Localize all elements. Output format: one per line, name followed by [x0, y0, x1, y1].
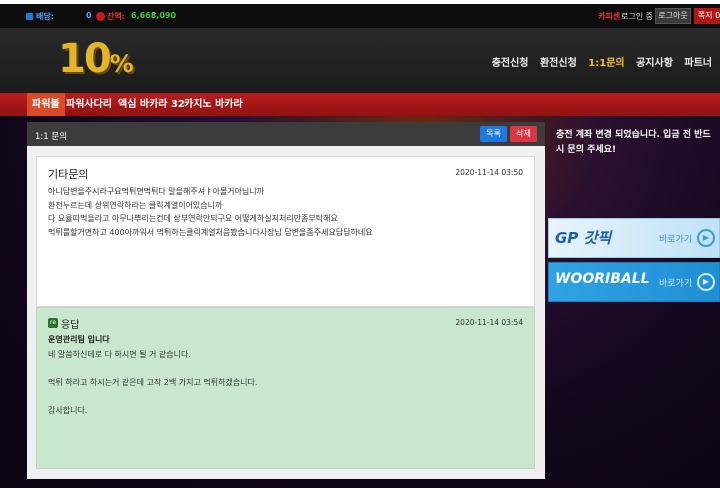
game-nav: 파워볼 파워사다리 엑심 바카라 32 카지노 바카라	[0, 93, 720, 116]
question-line: 환전누르는데 상위연락하라는 클릭계열이어있습니까	[48, 200, 223, 210]
question-line: 먹튀를할거면하고 400아까워서 먹튀하는클릭계열처음봤습니다사장님 답변을좀주…	[48, 227, 373, 237]
reply-icon: re	[48, 318, 58, 328]
inquiry-panel: 1:1 문의 목록 삭제 기타문의 2020-11-14 03:50 아니답변을…	[27, 122, 545, 479]
deposit-notice: 충전 계좌 변경 되었습니다. 입금 전 반드시 문의 주세요!	[556, 130, 711, 155]
login-status: 로그인 중	[621, 12, 653, 21]
logout-button[interactable]: 로그아웃	[655, 8, 691, 24]
cash-value: 6,668,090	[131, 11, 177, 20]
logo-number: 10	[58, 36, 112, 82]
answer-card: re 응답 2020-11-14 03:54 운영관리팀 입니다 네 말씀하신데…	[36, 307, 535, 469]
answer-team: 운영관리팀 입니다	[48, 335, 110, 344]
game-tab-power-ladder[interactable]: 파워사다리	[61, 93, 117, 116]
question-line: 아니답변을주시라구요먹튀면먹튀다 말을해주셔ㅑ아몰거아닙니까	[48, 187, 264, 196]
game-tab-powerball[interactable]: 파워볼	[27, 93, 65, 116]
nav-withdraw[interactable]: 환전신청	[540, 58, 577, 69]
answer-line: 감사합니다.	[48, 406, 88, 415]
banner-go-label: 바로가기	[659, 279, 693, 289]
top-bar: 배당: 0 잔액: 6,668,090 카피센 로그인 중 로그아웃 쪽지 0	[0, 0, 720, 28]
list-button[interactable]: 목록	[480, 126, 507, 142]
answer-line: 네 말씀하신데로 다 하시면 될 거 같습니다.	[48, 350, 191, 359]
nav-inquiry[interactable]: 1:1문의	[588, 58, 624, 69]
cash-icon	[96, 12, 105, 21]
question-card: 기타문의 2020-11-14 03:50 아니답변을주시라구요먹튀면먹튀다 말…	[36, 156, 535, 307]
banner-gp[interactable]: GP 갓픽 바로가기 ▶	[548, 218, 720, 258]
main-nav: 충전신청 환전신청 1:1문의 공지사항 파트너	[492, 54, 720, 69]
panel-header: 1:1 문의 목록 삭제	[27, 122, 545, 146]
play-arrow-icon: ▶	[697, 273, 715, 291]
logo-percent: %	[109, 50, 134, 78]
answer-date: 2020-11-14 03:54	[455, 318, 523, 327]
answer-line: 먹튀 하라고 하시는거 같은데 고작 2백 가지고 먹튀하겠습니다.	[48, 378, 258, 387]
nav-partner[interactable]: 파트너	[684, 58, 712, 69]
gp-logo: GP 갓픽	[555, 229, 612, 247]
question-date: 2020-11-14 03:50	[455, 168, 523, 177]
nav-deposit[interactable]: 충전신청	[492, 58, 529, 69]
question-title: 기타문의	[48, 168, 89, 181]
delete-button[interactable]: 삭제	[510, 126, 537, 142]
game-tab-casino-baccarat[interactable]: 카지노 바카라	[179, 93, 248, 116]
bet-value: 0	[86, 11, 92, 20]
site-header: 10% 충전신청 환전신청 1:1문의 공지사항 파트너	[0, 28, 720, 93]
play-arrow-icon: ▶	[697, 229, 715, 247]
bet-icon	[26, 13, 33, 20]
wooriball-logo: WOORIBALL	[555, 271, 650, 287]
banner-wooriball[interactable]: WOORIBALL 바로가기 ▶	[548, 262, 720, 302]
banner-go-label: 바로가기	[659, 235, 693, 245]
cash-label: 잔액:	[107, 12, 125, 21]
bet-label: 배당:	[36, 12, 54, 21]
question-line: 다 요율따먹을라고 아무나뿌리는건데 상부연락안되구요 어떻게하실지처리만좀부탁…	[48, 214, 338, 223]
question-body: 아니답변을주시라구요먹튀면먹튀다 말을해주셔ㅑ아몰거아닙니까 환전누르는데 상위…	[48, 186, 373, 240]
site-logo[interactable]: 10%	[58, 36, 134, 82]
answer-title: 응답	[61, 320, 80, 331]
panel-body: 기타문의 2020-11-14 03:50 아니답변을주시라구요먹튀면먹튀다 말…	[27, 146, 545, 479]
user-name: 카피센	[598, 12, 621, 21]
messages-button[interactable]: 쪽지 0	[694, 8, 720, 24]
panel-title: 1:1 문의	[35, 132, 68, 142]
nav-notice[interactable]: 공지사항	[636, 58, 673, 69]
